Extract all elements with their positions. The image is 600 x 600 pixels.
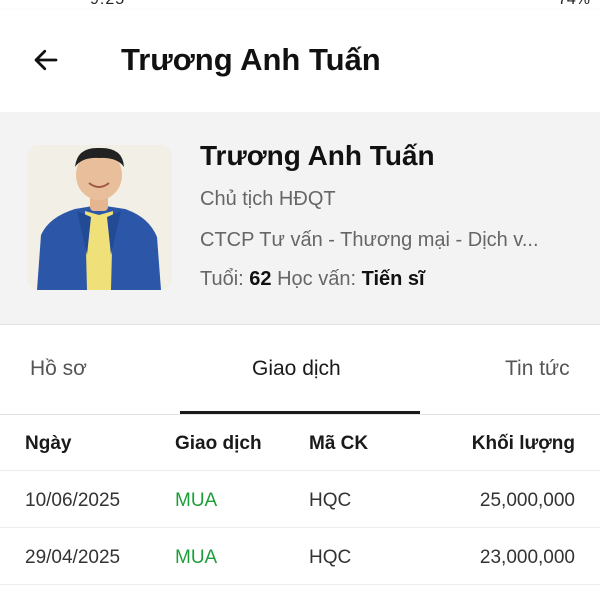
status-time: 9:25: [90, 0, 125, 9]
column-header-type: Giao dịch: [175, 433, 262, 454]
column-header-volume: Khối lượng: [471, 433, 575, 454]
column-header-ticker: Mã CK: [309, 433, 369, 454]
transactions-table: Ngày Giao dịch Mã CK Khối lượng 10/06/20…: [0, 415, 600, 585]
arrow-left-icon: [34, 49, 58, 71]
profile-position: Chủ tịch HĐQT: [200, 188, 336, 210]
row-ticker: HQC: [309, 547, 352, 568]
row-ticker: HQC: [309, 490, 352, 511]
table-row[interactable]: 10/06/2025 MUA HQC 25,000,000: [0, 471, 600, 528]
profile-meta: Tuổi: 62 Học vấn: Tiến sĩ: [200, 268, 425, 291]
table-header: Ngày Giao dịch Mã CK Khối lượng: [0, 415, 600, 471]
tab-transactions[interactable]: Giao dịch: [252, 357, 341, 381]
avatar: [27, 145, 172, 290]
age-label: Tuổi:: [200, 268, 244, 290]
row-date: 10/06/2025: [25, 490, 121, 511]
age-value: 62: [249, 268, 272, 290]
tab-news[interactable]: Tin tức: [505, 357, 570, 381]
page-title: Trương Anh Tuấn: [121, 42, 381, 77]
row-volume: 23,000,000: [479, 547, 575, 568]
tab-bar: Hồ sơ Giao dịch Tin tức: [0, 325, 600, 415]
row-type: MUA: [175, 547, 218, 568]
row-date: 29/04/2025: [25, 547, 121, 568]
status-bar: 9:25 74%: [0, 0, 600, 10]
profile-company: CTCP Tư vấn - Thương mại - Dịch v...: [200, 229, 539, 251]
row-volume: 25,000,000: [479, 490, 575, 511]
education-value: Tiến sĩ: [361, 268, 425, 290]
column-header-date: Ngày: [25, 433, 72, 454]
profile-card: Trương Anh Tuấn Chủ tịch HĐQT CTCP Tư vấ…: [0, 112, 600, 325]
battery-level: 74%: [558, 0, 590, 9]
app-bar: Trương Anh Tuấn: [0, 10, 600, 112]
row-type: MUA: [175, 490, 218, 511]
avatar-image: [27, 145, 172, 290]
back-button[interactable]: [18, 32, 74, 88]
tab-profile[interactable]: Hồ sơ: [30, 357, 87, 381]
profile-name: Trương Anh Tuấn: [200, 140, 435, 171]
table-row[interactable]: 29/04/2025 MUA HQC 23,000,000: [0, 528, 600, 585]
education-label: Học vấn:: [277, 268, 357, 290]
